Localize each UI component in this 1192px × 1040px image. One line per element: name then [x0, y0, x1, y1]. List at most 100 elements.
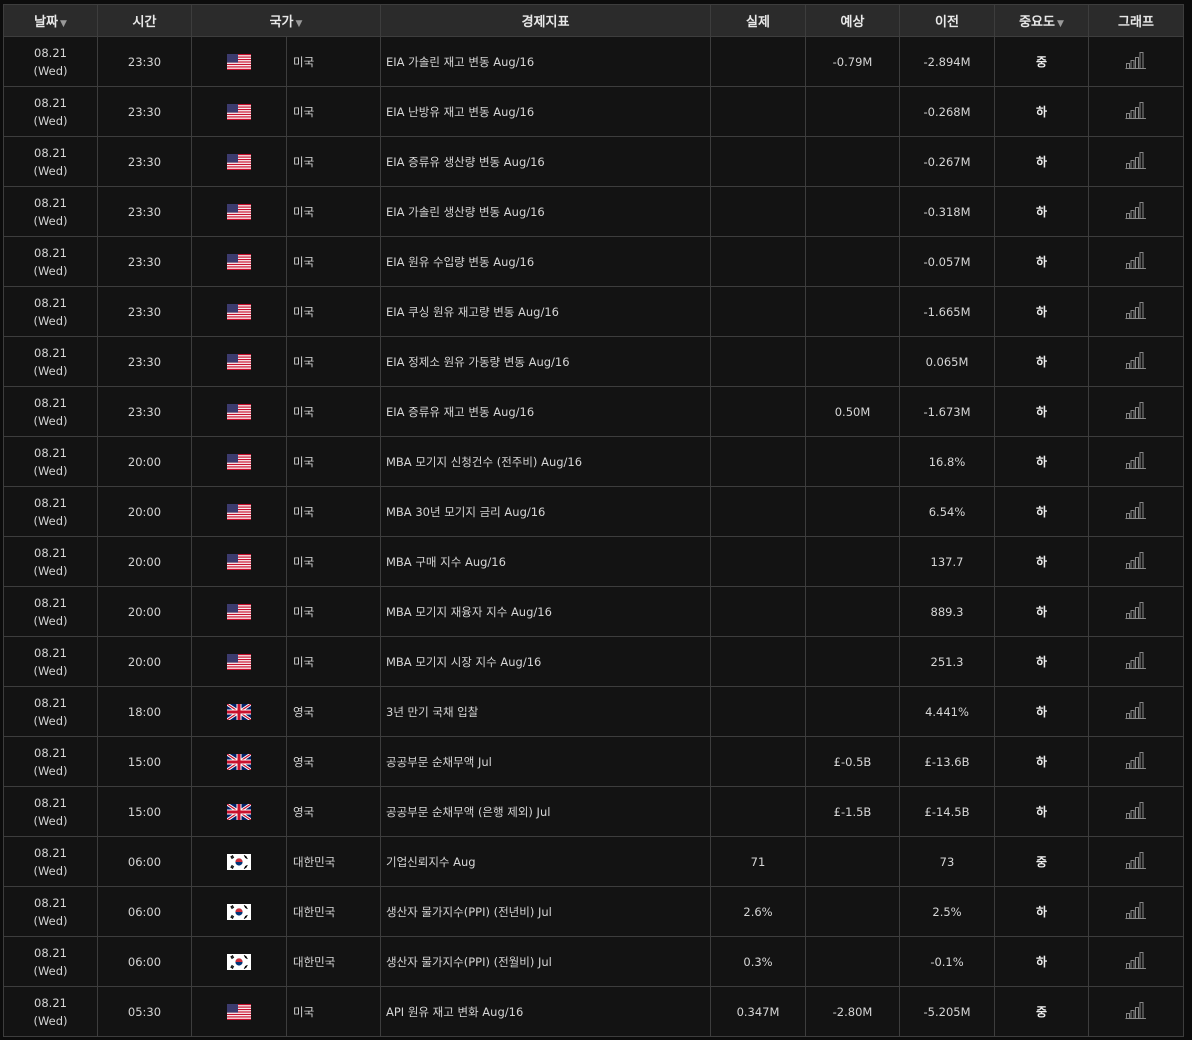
bar-chart-icon[interactable]	[1125, 350, 1147, 373]
table-row[interactable]: 08.21 (Wed) 20:00 미국 MBA 모기지 신청건수 (전주비) Aug/…	[3, 436, 1184, 487]
actual-cell	[710, 436, 806, 487]
bar-chart-icon[interactable]	[1125, 400, 1147, 423]
bar-chart-icon[interactable]	[1125, 750, 1147, 773]
table-row[interactable]: 08.21 (Wed) 23:30 미국 EIA 증류유 재고 변동 Aug/16 0.5…	[3, 386, 1184, 437]
row-day: (Wed)	[33, 1013, 68, 1028]
triangle-down-icon[interactable]: ▼	[1057, 19, 1064, 29]
table-row[interactable]: 08.21 (Wed) 06:00 대한민국 생산자 물가지수(PPI) (전월비) J…	[3, 936, 1184, 987]
indicator-cell[interactable]: 공공부문 순채무액 (은행 제외) Jul	[380, 786, 711, 837]
bar-chart-icon[interactable]	[1125, 150, 1147, 173]
indicator-cell[interactable]: MBA 모기지 시장 지수 Aug/16	[380, 636, 711, 687]
bar-chart-icon[interactable]	[1125, 850, 1147, 873]
header-importance[interactable]: 중요도 ▼	[994, 4, 1089, 37]
table-row[interactable]: 08.21 (Wed) 06:00 대한민국 기업신뢰지수 Aug 71 73 중	[3, 836, 1184, 887]
time-cell: 20:00	[97, 486, 192, 537]
row-day: (Wed)	[33, 813, 68, 828]
date-cell: 08.21 (Wed)	[3, 786, 98, 837]
table-row[interactable]: 08.21 (Wed) 15:00 영국 공공부문 순채무액 (은행 제외) Jul £-…	[3, 786, 1184, 837]
indicator-cell[interactable]: EIA 원유 수입량 변동 Aug/16	[380, 236, 711, 287]
bar-chart-icon[interactable]	[1125, 450, 1147, 473]
bar-chart-icon[interactable]	[1125, 950, 1147, 973]
indicator-cell[interactable]: EIA 증류유 생산량 변동 Aug/16	[380, 136, 711, 187]
triangle-down-icon[interactable]: ▼	[60, 19, 67, 29]
actual-cell	[710, 36, 806, 87]
table-row[interactable]: 08.21 (Wed) 15:00 영국 공공부문 순채무액 Jul £-0.5B £-13…	[3, 736, 1184, 787]
header-country[interactable]: 국가 ▼	[191, 4, 381, 37]
indicator-cell[interactable]: EIA 정제소 원유 가동량 변동 Aug/16	[380, 336, 711, 387]
indicator-cell[interactable]: EIA 난방유 재고 변동 Aug/16	[380, 86, 711, 137]
row-date: 08.21	[34, 695, 67, 710]
table-row[interactable]: 08.21 (Wed) 23:30 미국 EIA 가솔린 재고 변동 Aug/16 -0.…	[3, 36, 1184, 87]
row-day: (Wed)	[33, 513, 68, 528]
indicator-cell[interactable]: EIA 가솔린 재고 변동 Aug/16	[380, 36, 711, 87]
flag-cell	[191, 736, 287, 787]
indicator-cell[interactable]: 생산자 물가지수(PPI) (전월비) Jul	[380, 936, 711, 987]
previous-cell: 6.54%	[899, 486, 995, 537]
bar-chart-icon[interactable]	[1125, 250, 1147, 273]
triangle-down-icon[interactable]: ▼	[296, 19, 303, 29]
table-row[interactable]: 08.21 (Wed) 20:00 미국 MBA 구매 지수 Aug/16 137.7 하	[3, 536, 1184, 587]
country-cell: 미국	[286, 536, 381, 587]
indicator-cell[interactable]: EIA 증류유 재고 변동 Aug/16	[380, 386, 711, 437]
date-cell: 08.21 (Wed)	[3, 486, 98, 537]
bar-chart-icon[interactable]	[1125, 650, 1147, 673]
row-date: 08.21	[34, 845, 67, 860]
date-cell: 08.21 (Wed)	[3, 86, 98, 137]
graph-cell	[1088, 336, 1184, 387]
bar-chart-icon[interactable]	[1125, 800, 1147, 823]
bar-chart-icon[interactable]	[1125, 500, 1147, 523]
bar-chart-icon[interactable]	[1125, 900, 1147, 923]
table-row[interactable]: 08.21 (Wed) 23:30 미국 EIA 난방유 재고 변동 Aug/16 -0.…	[3, 86, 1184, 137]
time-cell: 23:30	[97, 86, 192, 137]
bar-chart-icon[interactable]	[1125, 1000, 1147, 1023]
row-day: (Wed)	[33, 163, 68, 178]
date-cell: 08.21 (Wed)	[3, 36, 98, 87]
table-row[interactable]: 08.21 (Wed) 23:30 미국 EIA 원유 수입량 변동 Aug/16 -0.…	[3, 236, 1184, 287]
bar-chart-icon[interactable]	[1125, 200, 1147, 223]
table-row[interactable]: 08.21 (Wed) 23:30 미국 EIA 쿠싱 원유 재고량 변동 Aug/16…	[3, 286, 1184, 337]
indicator-cell[interactable]: 기업신뢰지수 Aug	[380, 836, 711, 887]
flag-cell	[191, 286, 287, 337]
table-row[interactable]: 08.21 (Wed) 05:30 미국 API 원유 재고 변화 Aug/16 0.34…	[3, 986, 1184, 1037]
table-row[interactable]: 08.21 (Wed) 20:00 미국 MBA 모기지 재융자 지수 Aug/16 88…	[3, 586, 1184, 637]
graph-cell	[1088, 786, 1184, 837]
flag-cell	[191, 986, 287, 1037]
indicator-cell[interactable]: EIA 쿠싱 원유 재고량 변동 Aug/16	[380, 286, 711, 337]
indicator-cell[interactable]: MBA 30년 모기지 금리 Aug/16	[380, 486, 711, 537]
row-day: (Wed)	[33, 963, 68, 978]
country-cell: 대한민국	[286, 886, 381, 937]
importance-cell: 중	[994, 986, 1089, 1037]
row-day: (Wed)	[33, 913, 68, 928]
table-row[interactable]: 08.21 (Wed) 06:00 대한민국 생산자 물가지수(PPI) (전년비) J…	[3, 886, 1184, 937]
bar-chart-icon[interactable]	[1125, 300, 1147, 323]
bar-chart-icon[interactable]	[1125, 50, 1147, 73]
graph-cell	[1088, 736, 1184, 787]
indicator-cell[interactable]: 3년 만기 국채 입찰	[380, 686, 711, 737]
indicator-cell[interactable]: API 원유 재고 변화 Aug/16	[380, 986, 711, 1037]
indicator-cell[interactable]: MBA 모기지 재융자 지수 Aug/16	[380, 586, 711, 637]
indicator-cell[interactable]: MBA 구매 지수 Aug/16	[380, 536, 711, 587]
bar-chart-icon[interactable]	[1125, 600, 1147, 623]
us-flag-icon	[227, 653, 251, 670]
bar-chart-icon[interactable]	[1125, 700, 1147, 723]
bar-chart-icon[interactable]	[1125, 100, 1147, 123]
indicator-cell[interactable]: 공공부문 순채무액 Jul	[380, 736, 711, 787]
row-day: (Wed)	[33, 463, 68, 478]
flag-cell	[191, 36, 287, 87]
previous-cell: -0.318M	[899, 186, 995, 237]
table-row[interactable]: 08.21 (Wed) 23:30 미국 EIA 정제소 원유 가동량 변동 Aug/1…	[3, 336, 1184, 387]
actual-cell	[710, 486, 806, 537]
indicator-cell[interactable]: MBA 모기지 신청건수 (전주비) Aug/16	[380, 436, 711, 487]
table-row[interactable]: 08.21 (Wed) 20:00 미국 MBA 모기지 시장 지수 Aug/16 251…	[3, 636, 1184, 687]
table-row[interactable]: 08.21 (Wed) 18:00 영국 3년 만기 국채 입찰 4.441% 하	[3, 686, 1184, 737]
us-flag-icon	[227, 603, 251, 620]
bar-chart-icon[interactable]	[1125, 550, 1147, 573]
header-date[interactable]: 날짜 ▼	[3, 4, 98, 37]
indicator-cell[interactable]: EIA 가솔린 생산량 변동 Aug/16	[380, 186, 711, 237]
graph-cell	[1088, 186, 1184, 237]
indicator-cell[interactable]: 생산자 물가지수(PPI) (전년비) Jul	[380, 886, 711, 937]
actual-cell	[710, 136, 806, 187]
table-row[interactable]: 08.21 (Wed) 20:00 미국 MBA 30년 모기지 금리 Aug/16 6.…	[3, 486, 1184, 537]
table-row[interactable]: 08.21 (Wed) 23:30 미국 EIA 가솔린 생산량 변동 Aug/16 -0…	[3, 186, 1184, 237]
table-row[interactable]: 08.21 (Wed) 23:30 미국 EIA 증류유 생산량 변동 Aug/16 -0…	[3, 136, 1184, 187]
